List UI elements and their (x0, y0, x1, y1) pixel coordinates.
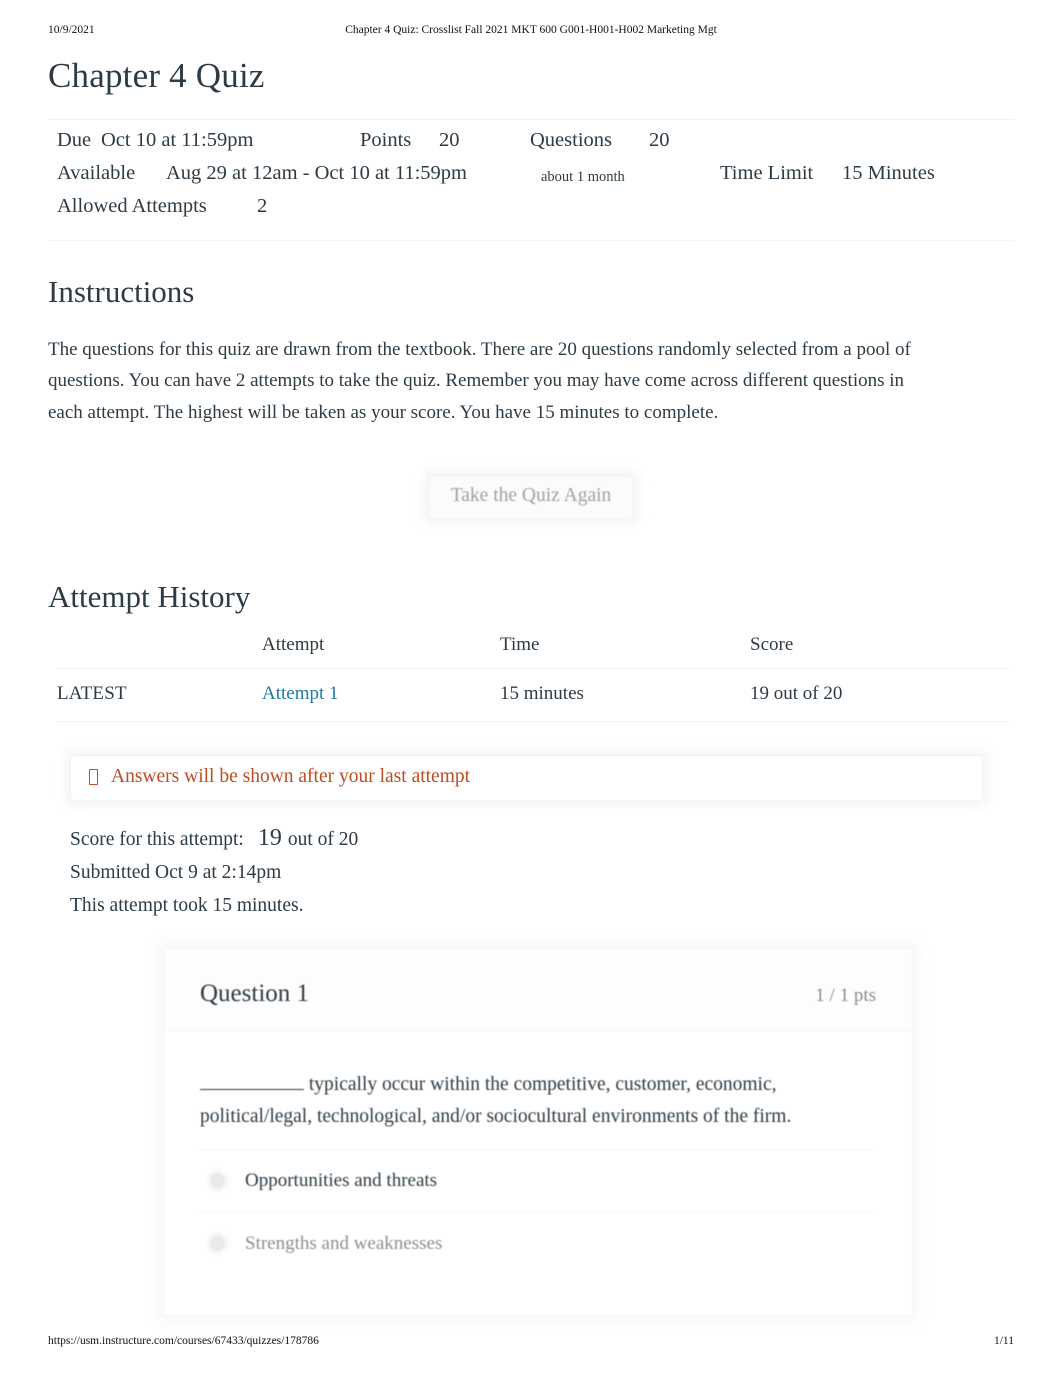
answer-option-1[interactable]: Opportunities and threats (200, 1148, 876, 1212)
available-duration: about 1 month (541, 169, 625, 186)
question-header: Question 1 1 / 1 pts (164, 947, 912, 1031)
submitted-line: Submitted Oct 9 at 2:14pm (70, 861, 282, 883)
answers-notice-text: Answers will be shown after your last at… (111, 766, 471, 788)
allowed-attempts-value: 2 (257, 195, 268, 218)
page-title: Chapter 4 Quiz (48, 56, 265, 95)
print-page-title: Chapter 4 Quiz: Crosslist Fall 2021 MKT … (345, 24, 717, 36)
attempt-time-cell: 15 minutes (500, 668, 750, 723)
points-value: 20 (439, 129, 460, 152)
instructions-body: The questions for this quiz are drawn fr… (48, 338, 911, 424)
question-card: Question 1 1 / 1 pts typically occur wit… (163, 946, 913, 1316)
available-label: Available (57, 162, 136, 185)
question-points: 1 / 1 pts (815, 984, 876, 1006)
answer-option-2[interactable]: Strengths and weaknesses (200, 1211, 876, 1275)
radio-button-icon[interactable] (210, 1236, 225, 1252)
take-quiz-again-button[interactable]: Take the Quiz Again (427, 474, 635, 519)
time-limit-label: Time Limit (720, 162, 814, 185)
quiz-details-row-2: Available Aug 29 at 12am - Oct 10 at 11:… (48, 162, 1014, 195)
points-label: Points (360, 129, 412, 152)
allowed-attempts-label: Allowed Attempts (57, 195, 207, 218)
question-text: typically occur within the competitive, … (164, 1031, 912, 1149)
column-header-kept (57, 634, 262, 670)
available-value: Aug 29 at 12am - Oct 10 at 11:59pm (166, 162, 467, 185)
score-line: Score for this attempt: 19 out of 20 (70, 822, 1014, 856)
quiz-details-row-1: Due Oct 10 at 11:59pm Points 20 Question… (48, 129, 1014, 162)
print-page-number: 1/11 (993, 1335, 1014, 1347)
quiz-details-panel: Due Oct 10 at 11:59pm Points 20 Question… (48, 119, 1014, 242)
table-header-row: Attempt Time Score (57, 634, 1009, 670)
attempt-1-link[interactable]: Attempt 1 (262, 683, 339, 704)
answer-option-label: Strengths and weaknesses (245, 1232, 443, 1254)
score-label: Score for this attempt: (70, 828, 244, 850)
attempt-history-heading: Attempt History (48, 578, 251, 614)
quiz-actions: Take the Quiz Again (48, 474, 1014, 545)
print-footer: https://usm.instructure.com/courses/6743… (0, 1335, 1062, 1353)
attempt-kept-badge: LATEST (57, 668, 262, 723)
radio-button-icon[interactable] (210, 1173, 225, 1189)
attempt-cell: Attempt 1 (262, 668, 500, 723)
question-title: Question 1 (200, 979, 310, 1007)
attempt-summary: Score for this attempt: 19 out of 20 Submi… (70, 822, 1014, 922)
answer-option-label: Opportunities and threats (245, 1169, 438, 1191)
print-source-url: https://usm.instructure.com/courses/6743… (48, 1335, 319, 1347)
questions-value: 20 (649, 129, 670, 152)
due-value: Oct 10 at 11:59pm (101, 129, 254, 152)
score-value: 19 (257, 824, 282, 851)
instructions-heading: Instructions (48, 274, 195, 310)
duration-line: This attempt took 15 minutes. (70, 894, 304, 916)
quiz-details-row-3: Allowed Attempts 2 (48, 195, 1014, 228)
answers-notice-banner: Answers will be shown after your last at… (70, 755, 983, 801)
time-limit-value: 15 Minutes (842, 162, 935, 185)
column-header-attempt: Attempt (262, 634, 500, 670)
table-row: LATEST Attempt 1 15 minutes 19 out of 20 (57, 668, 1009, 723)
quiz-page: Chapter 4 Quiz Due Oct 10 at 11:59pm Poi… (0, 48, 1062, 1316)
print-header: 10/9/2021 Chapter 4 Quiz: Crosslist Fall… (0, 24, 1062, 42)
questions-label: Questions (530, 129, 612, 152)
fill-in-blank (200, 1076, 304, 1090)
due-label: Due (57, 129, 92, 152)
attempt-history-table: Attempt Time Score LATEST Attempt 1 15 m… (57, 634, 1009, 723)
answer-options: Opportunities and threats Strengths and … (164, 1148, 912, 1315)
warning-box-icon (89, 769, 98, 786)
attempt-score-cell: 19 out of 20 (750, 668, 1009, 723)
column-header-time: Time (500, 634, 750, 670)
column-header-score: Score (750, 634, 1009, 670)
score-out-of: out of 20 (287, 828, 359, 850)
